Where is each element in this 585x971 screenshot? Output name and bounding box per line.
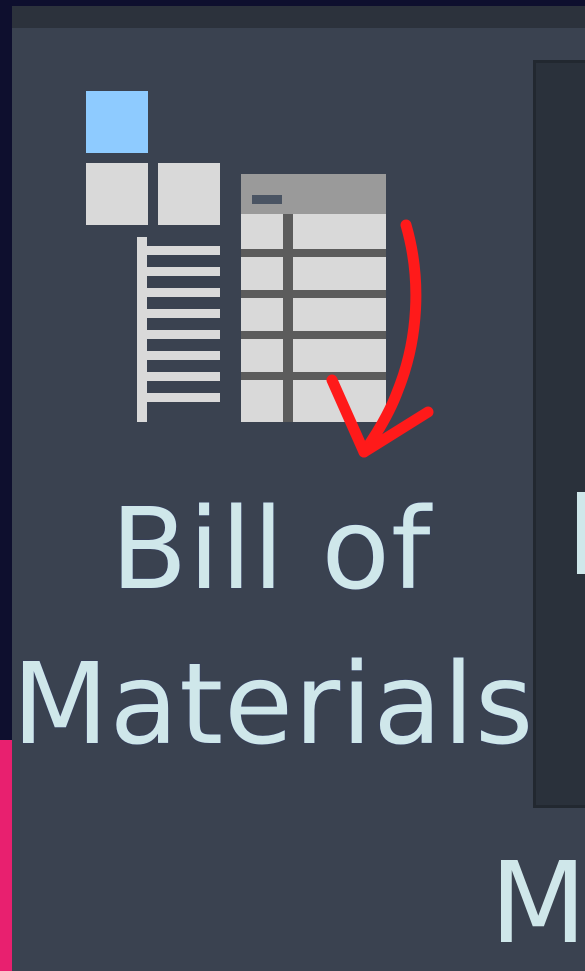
label-line-1: Bill of (110, 485, 432, 615)
selection-accent-bar (0, 740, 12, 971)
label-line-2: Materials (12, 640, 535, 770)
bill-of-materials-icon (86, 91, 386, 422)
bill-of-materials-button[interactable]: Bill of Materials (12, 28, 533, 770)
adjacent-button-label-fragment: I (566, 471, 585, 601)
bill-of-materials-label: Bill of Materials (12, 473, 535, 783)
adjacent-group-label-fragment: M (490, 839, 585, 969)
title-bar-strip (0, 0, 585, 28)
ribbon-panel: Bill of Materials I M (0, 0, 585, 971)
adjacent-ribbon-button[interactable] (533, 60, 585, 808)
